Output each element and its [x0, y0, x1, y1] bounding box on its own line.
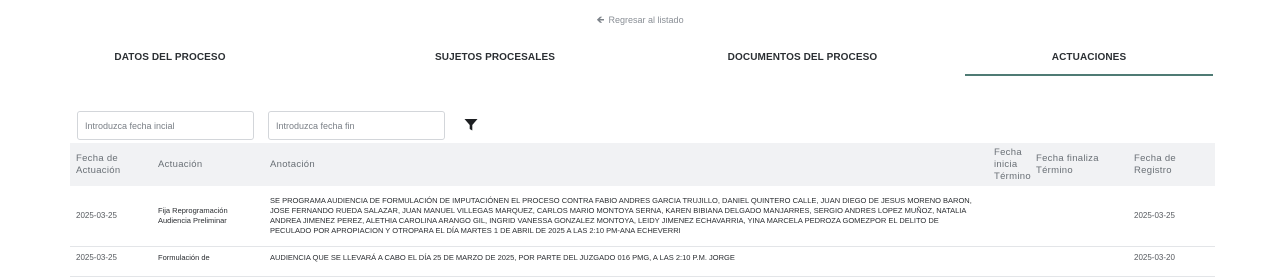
- cell-fecha-inicia-termino: [988, 246, 1030, 277]
- process-tabs: DATOS DEL PROCESO SUJETOS PROCESALES DOC…: [70, 44, 1220, 76]
- table-row[interactable]: 2025-03-25 Fija Reprogramación Audiencia…: [70, 186, 1215, 247]
- header-anotacion[interactable]: Anotación: [264, 143, 988, 186]
- end-date-input[interactable]: [268, 111, 445, 140]
- header-fecha-finaliza-termino[interactable]: Fecha finaliza Término: [1030, 143, 1128, 186]
- back-link-label: Regresar al listado: [608, 15, 684, 25]
- cell-fecha-actuacion: 2025-03-25: [70, 186, 152, 247]
- back-to-list-link[interactable]: 🡸 Regresar al listado: [0, 13, 1280, 30]
- start-date-input[interactable]: [77, 111, 254, 140]
- arrow-left-icon: 🡸: [596, 15, 605, 26]
- header-fecha-inicia-termino[interactable]: Fecha inicia Término: [988, 143, 1031, 186]
- cell-fecha-finaliza-termino: [1030, 186, 1128, 247]
- header-fecha-actuacion[interactable]: Fecha de Actuación: [70, 143, 152, 186]
- cell-anotacion: SE PROGRAMA AUDIENCIA DE FORMULACIÓN DE …: [264, 186, 988, 247]
- cell-fecha-registro: 2025-03-25: [1128, 186, 1215, 247]
- cell-fecha-inicia-termino: [988, 186, 1030, 247]
- cell-actuacion: Fija Reprogramación Audiencia Preliminar: [152, 186, 264, 247]
- table-header-row: Fecha de Actuación Actuación Anotación F…: [70, 143, 1215, 186]
- actuaciones-table: Fecha de Actuación Actuación Anotación F…: [70, 143, 1215, 277]
- cell-anotacion: AUDIENCIA QUE SE LLEVARÁ A CABO EL DÍA 2…: [264, 246, 988, 277]
- tab-datos-del-proceso[interactable]: DATOS DEL PROCESO: [70, 44, 270, 74]
- header-actuacion[interactable]: Actuación: [152, 143, 264, 186]
- tab-sujetos-procesales[interactable]: SUJETOS PROCESALES: [390, 44, 600, 74]
- cell-fecha-finaliza-termino: [1030, 246, 1128, 277]
- tab-actuaciones[interactable]: ACTUACIONES: [965, 44, 1213, 76]
- cell-fecha-actuacion: 2025-03-25: [70, 246, 152, 277]
- filter-button[interactable]: [464, 118, 482, 136]
- table-row[interactable]: 2025-03-25 Formulación de AUDIENCIA QUE …: [70, 246, 1215, 277]
- cell-actuacion: Formulación de: [152, 246, 264, 277]
- header-fecha-registro[interactable]: Fecha de Registro: [1128, 143, 1215, 186]
- cell-fecha-registro: 2025-03-20: [1128, 246, 1215, 277]
- filter-icon: [464, 119, 478, 131]
- tab-documentos-del-proceso[interactable]: DOCUMENTOS DEL PROCESO: [690, 44, 915, 74]
